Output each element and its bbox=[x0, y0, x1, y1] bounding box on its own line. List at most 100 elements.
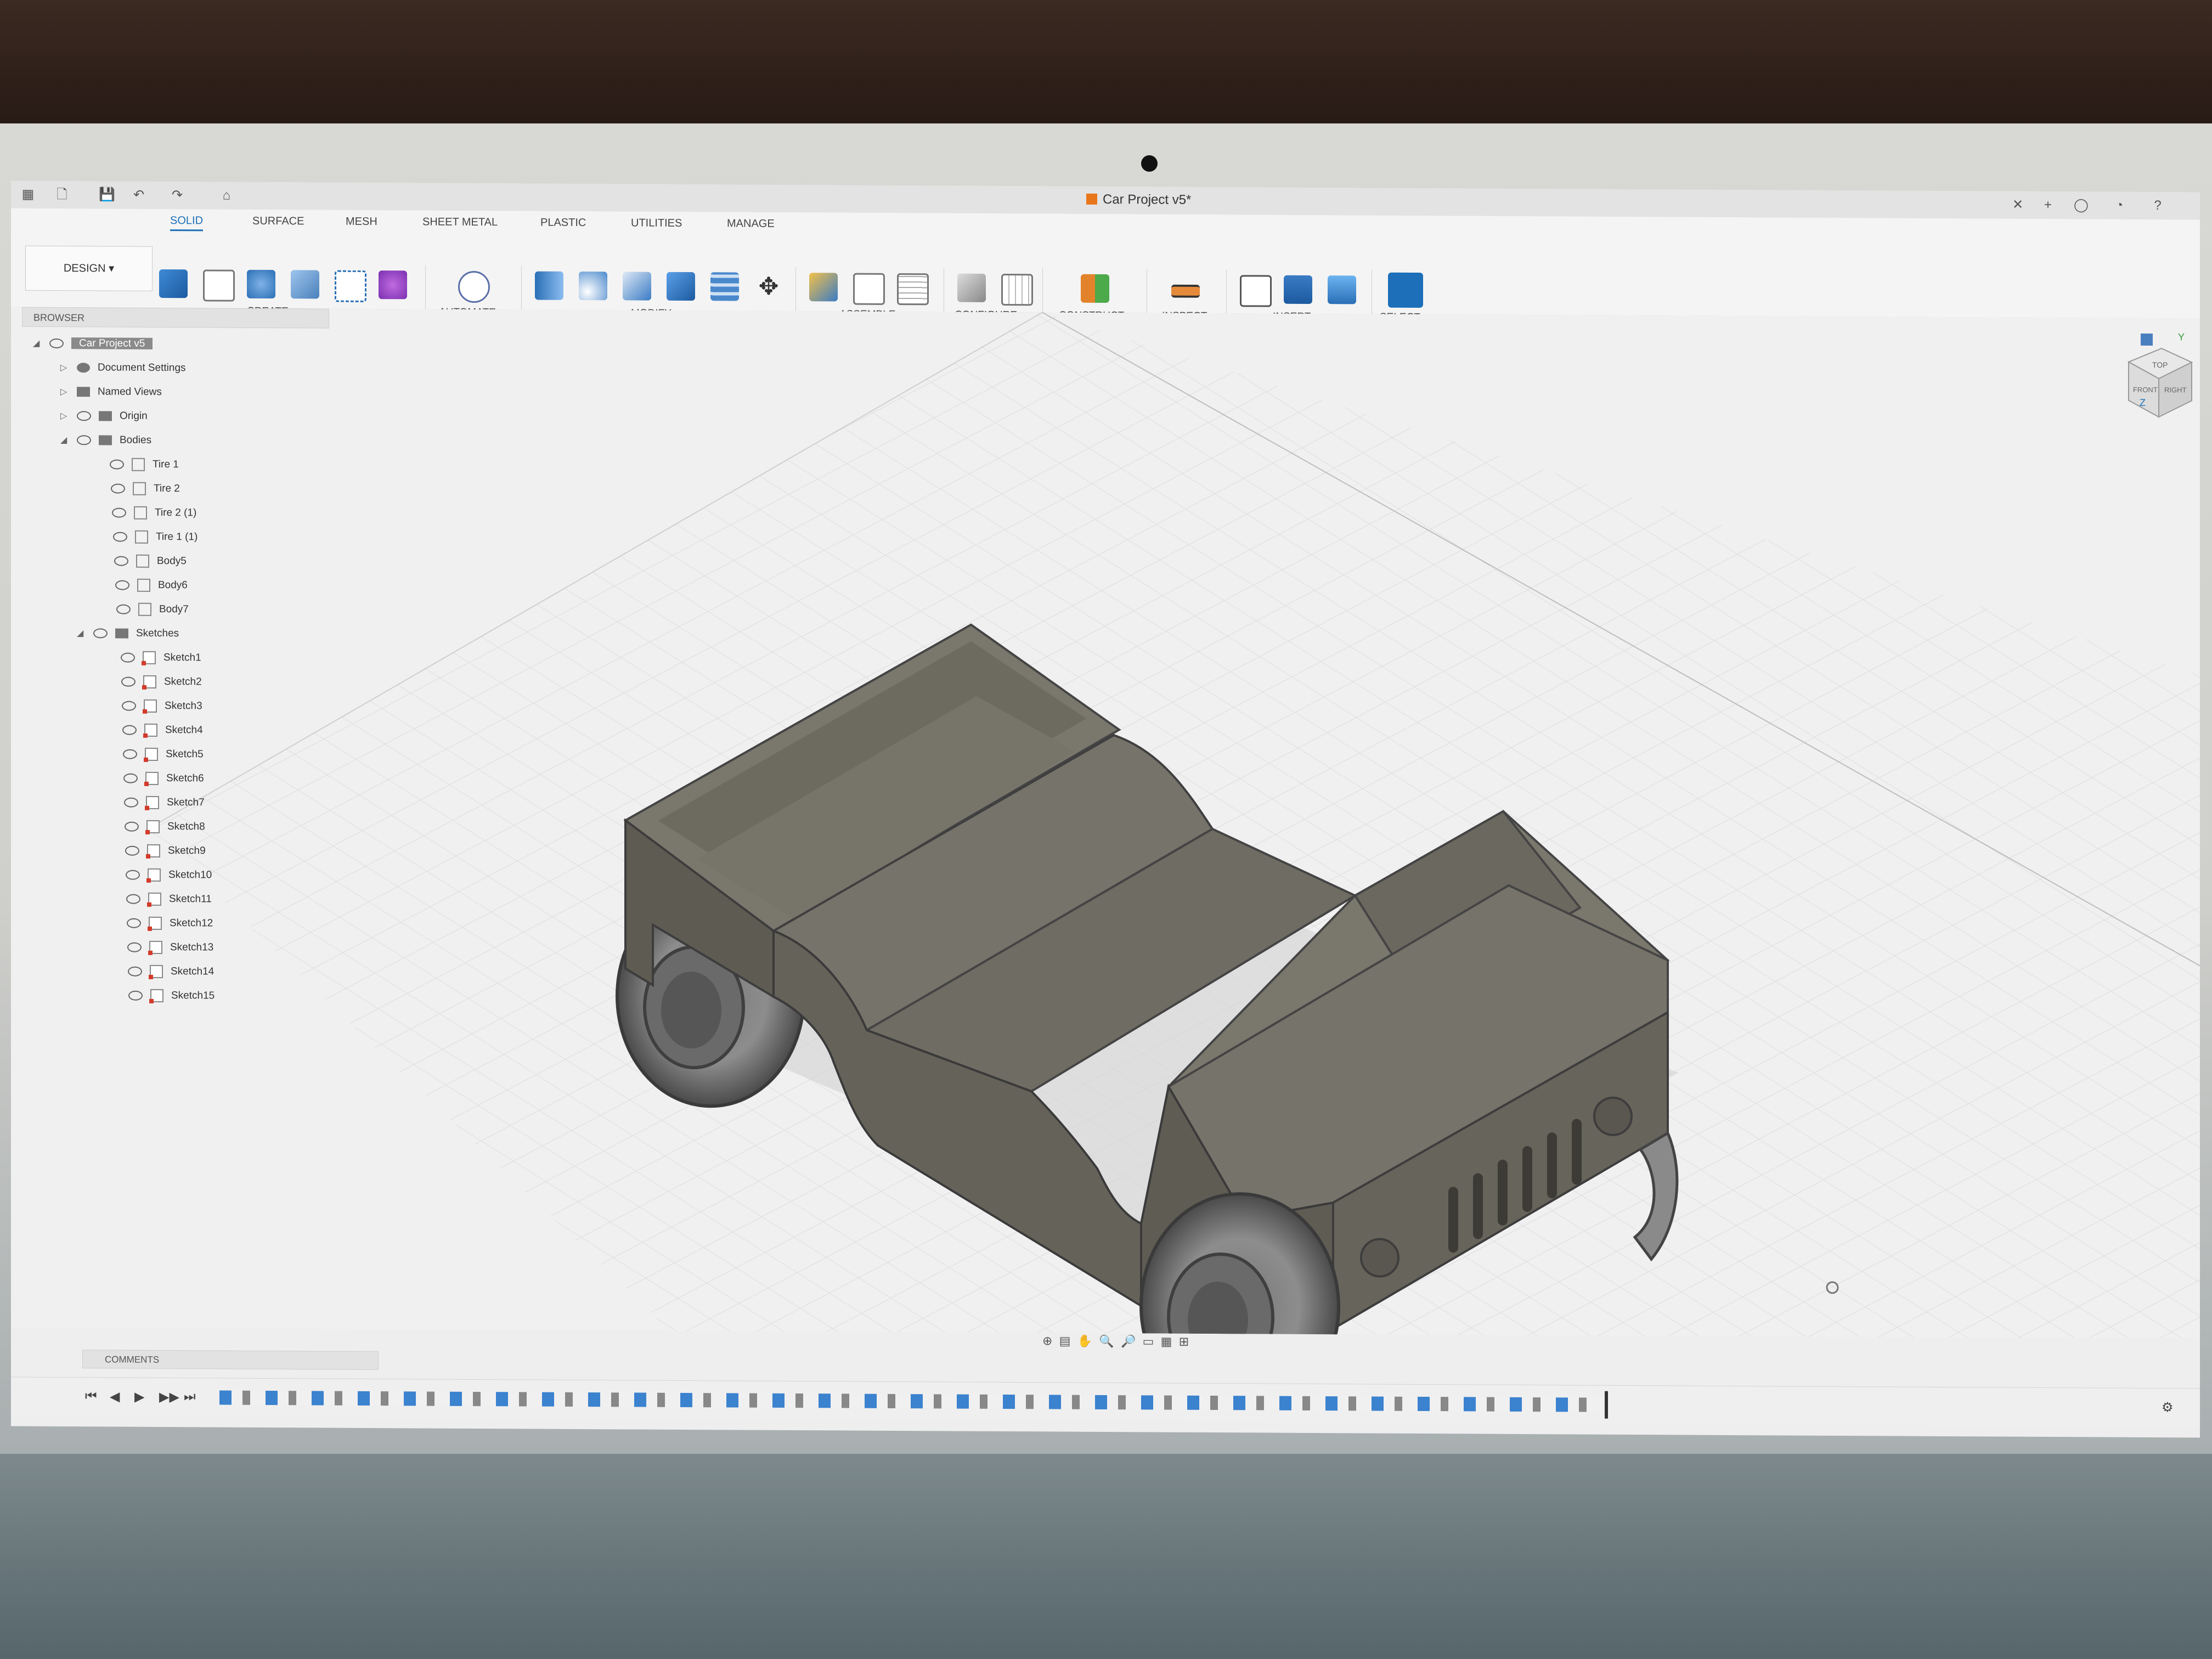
tree-sketch[interactable]: Sketch8 bbox=[125, 816, 205, 838]
tree-body[interactable]: Body5 bbox=[114, 550, 187, 573]
combine-icon[interactable] bbox=[667, 272, 695, 301]
visibility-eye-icon[interactable] bbox=[115, 580, 129, 590]
visibility-eye-icon[interactable] bbox=[123, 749, 137, 759]
visibility-eye-icon[interactable] bbox=[126, 870, 140, 880]
tab-manage[interactable]: MANAGE bbox=[727, 217, 775, 230]
display-settings-icon[interactable]: ▭ bbox=[1143, 1334, 1154, 1348]
viewcube-home-icon[interactable] bbox=[2141, 333, 2153, 346]
insert-canvas-icon[interactable] bbox=[1328, 275, 1356, 304]
workspace-switcher[interactable]: DESIGN ▾ bbox=[25, 245, 153, 291]
timeline-next-icon[interactable]: ▶▶ bbox=[159, 1389, 179, 1405]
insert-derive-icon[interactable] bbox=[1240, 275, 1272, 307]
visibility-eye-icon[interactable] bbox=[110, 459, 124, 470]
visibility-eye-icon[interactable] bbox=[114, 556, 128, 566]
new-component-icon[interactable] bbox=[159, 269, 188, 298]
look-at-icon[interactable]: ▤ bbox=[1059, 1334, 1071, 1348]
undo-icon[interactable]: ↶ bbox=[132, 188, 146, 202]
expand-arrow-icon[interactable]: ▷ bbox=[60, 405, 71, 427]
measure-icon[interactable] bbox=[1171, 284, 1200, 298]
collapse-arrow-icon[interactable]: ◢ bbox=[33, 333, 44, 355]
timeline-play-icon[interactable]: ▶ bbox=[134, 1389, 144, 1405]
viewport-canvas[interactable]: TOP FRONT RIGHT Y Z bbox=[11, 307, 2200, 1339]
tree-sketch[interactable]: Sketch11 bbox=[126, 888, 212, 911]
visibility-eye-icon[interactable] bbox=[111, 483, 125, 494]
visibility-eye-icon[interactable] bbox=[125, 845, 139, 856]
pan-icon[interactable]: ✋ bbox=[1077, 1334, 1092, 1348]
timeline-first-icon[interactable]: ⏮ bbox=[85, 1389, 97, 1404]
expand-arrow-icon[interactable]: ▷ bbox=[60, 357, 71, 379]
tree-body[interactable]: Tire 2 (1) bbox=[112, 502, 196, 524]
form-icon[interactable] bbox=[247, 269, 275, 299]
app-grid-icon[interactable]: ▦ bbox=[21, 187, 35, 202]
tree-sketch[interactable]: Sketch14 bbox=[128, 961, 214, 983]
visibility-eye-icon[interactable] bbox=[128, 966, 142, 977]
zoom-window-icon[interactable]: 🔎 bbox=[1121, 1334, 1136, 1348]
fillet-icon[interactable] bbox=[579, 271, 607, 301]
home-icon[interactable]: ⌂ bbox=[219, 188, 234, 203]
zoom-icon[interactable]: 🔍 bbox=[1099, 1334, 1114, 1348]
tree-sketch[interactable]: Sketch13 bbox=[127, 936, 213, 959]
visibility-eye-icon[interactable] bbox=[126, 894, 140, 904]
tree-sketch[interactable]: Sketch4 bbox=[122, 719, 203, 742]
offset-plane-icon[interactable] bbox=[1081, 274, 1109, 303]
comments-panel[interactable]: COMMENTS bbox=[82, 1350, 379, 1370]
tree-sketch[interactable]: Sketch15 bbox=[128, 985, 215, 1007]
timeline-features[interactable] bbox=[219, 1390, 1602, 1412]
tab-surface[interactable]: SURFACE bbox=[252, 215, 304, 228]
save-icon[interactable]: 💾 bbox=[99, 187, 115, 202]
help-icon[interactable]: ? bbox=[2151, 198, 2165, 213]
tree-body[interactable]: Body7 bbox=[116, 599, 189, 621]
visibility-eye-icon[interactable] bbox=[122, 725, 137, 735]
visibility-eye-icon[interactable] bbox=[128, 990, 143, 1001]
close-tab-icon[interactable]: ✕ bbox=[2011, 198, 2025, 212]
new-tab-icon[interactable]: + bbox=[2041, 198, 2055, 212]
browser-header[interactable]: BROWSER bbox=[22, 307, 329, 329]
document-tab[interactable]: Car Project v5* bbox=[1086, 192, 1191, 208]
collapse-arrow-icon[interactable]: ◢ bbox=[60, 430, 71, 452]
timeline-marker[interactable] bbox=[1605, 1391, 1608, 1419]
automate-icon[interactable] bbox=[458, 270, 490, 303]
visibility-eye-icon[interactable] bbox=[49, 338, 64, 349]
file-menu-icon[interactable]: 🗋 bbox=[55, 187, 69, 202]
tree-sketch[interactable]: Sketch3 bbox=[122, 695, 202, 718]
tree-item-document-settings[interactable]: ▷ Document Settings bbox=[60, 357, 186, 379]
visibility-eye-icon[interactable] bbox=[77, 411, 91, 421]
collapse-arrow-icon[interactable]: ◢ bbox=[77, 623, 88, 645]
visibility-eye-icon[interactable] bbox=[112, 507, 126, 518]
configure-icon[interactable] bbox=[957, 273, 986, 302]
tree-sketch[interactable]: Sketch9 bbox=[125, 840, 206, 862]
tab-plastic[interactable]: PLASTIC bbox=[540, 217, 586, 229]
visibility-eye-icon[interactable] bbox=[122, 701, 136, 711]
tree-item-origin[interactable]: ▷ Origin bbox=[60, 405, 148, 427]
tree-sketch[interactable]: Sketch10 bbox=[126, 864, 212, 887]
tree-item-sketches[interactable]: ◢ Sketches bbox=[77, 622, 179, 645]
redo-icon[interactable]: ↷ bbox=[170, 188, 184, 202]
tree-sketch[interactable]: Sketch2 bbox=[121, 671, 202, 693]
tab-utilities[interactable]: UTILITIES bbox=[631, 217, 682, 229]
tree-body[interactable]: Tire 1 (1) bbox=[113, 526, 198, 549]
tree-sketch[interactable]: Sketch1 bbox=[121, 647, 201, 669]
tree-body[interactable]: Tire 1 bbox=[110, 453, 179, 476]
press-pull-icon[interactable] bbox=[535, 271, 563, 300]
tree-sketch[interactable]: Sketch12 bbox=[127, 912, 213, 935]
orbit-icon[interactable]: ⊕ bbox=[1042, 1334, 1052, 1347]
bill-of-materials-icon[interactable] bbox=[897, 273, 929, 306]
pattern-icon[interactable] bbox=[335, 270, 366, 302]
create-sketch-icon[interactable] bbox=[203, 269, 235, 302]
visibility-eye-icon[interactable] bbox=[116, 604, 131, 614]
visibility-eye-icon[interactable] bbox=[93, 628, 108, 639]
new-component-assemble-icon[interactable] bbox=[809, 273, 838, 302]
viewports-icon[interactable]: ⊞ bbox=[1179, 1335, 1189, 1348]
timeline-last-icon[interactable]: ⏭ bbox=[184, 1389, 196, 1404]
tab-sheet-metal[interactable]: SHEET METAL bbox=[422, 216, 498, 229]
shell-icon[interactable] bbox=[623, 272, 651, 301]
joint-icon[interactable] bbox=[853, 273, 885, 305]
split-body-icon[interactable] bbox=[710, 272, 739, 301]
visibility-eye-icon[interactable] bbox=[127, 942, 142, 952]
visibility-eye-icon[interactable] bbox=[121, 652, 135, 663]
visibility-eye-icon[interactable] bbox=[77, 435, 91, 445]
tree-body[interactable]: Body6 bbox=[115, 574, 188, 597]
grid-settings-icon[interactable]: ▦ bbox=[1161, 1335, 1172, 1348]
expand-arrow-icon[interactable]: ▷ bbox=[60, 381, 71, 403]
tree-body[interactable]: Tire 2 bbox=[111, 478, 180, 500]
